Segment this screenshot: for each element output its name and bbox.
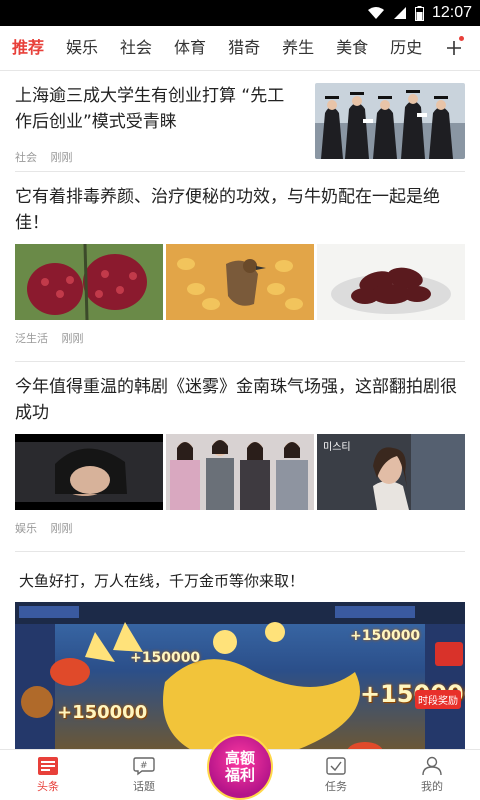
tab-recommend[interactable]: 推荐 [0,26,54,70]
battery-icon [414,5,424,21]
nav-label: 头条 [37,780,59,793]
promo-line1: 高额 [224,749,255,767]
signal-icon [393,6,407,20]
tab-entertainment[interactable]: 娱乐 [54,26,108,70]
nav-profile[interactable]: 我的 [392,756,472,794]
wifi-icon [367,6,385,20]
news-image [166,244,314,320]
status-time: 12:07 [431,4,472,21]
news-thumbnail [315,83,465,159]
news-time: 刚刚 [50,151,73,164]
category-tabbar: 推荐 娱乐 社会 体育 猎奇 养生 美食 历史 科 [0,26,480,71]
category-tabs: 推荐 娱乐 社会 体育 猎奇 养生 美食 历史 科 [0,26,430,70]
hashtag-icon: # [133,757,155,776]
news-category: 泛生活 [15,332,48,345]
user-icon [422,756,442,776]
news-time: 刚刚 [50,522,73,535]
notification-dot [459,36,464,41]
status-bar: 12:07 [0,0,480,26]
news-category: 社会 [15,151,37,164]
nav-tasks[interactable]: 任务 [296,756,376,794]
task-icon [326,757,346,775]
news-item[interactable]: 上海逾三成大学生有创业打算 “先工作后创业”模式受青睐 社会 刚刚 [15,71,465,172]
score-text: +150000 [57,702,148,723]
tab-history[interactable]: 历史 [378,26,430,70]
news-title: 上海逾三成大学生有创业打算 “先工作后创业”模式受青睐 [15,86,285,132]
headlines-icon [38,757,58,775]
nav-label: 我的 [421,780,443,793]
news-item[interactable]: 它有着排毒养颜、治疗便秘的功效，与牛奶配在一起是绝佳！ 泛生活 刚刚 [15,172,465,362]
news-image [15,434,163,510]
nav-label: 任务 [325,780,347,793]
watermark-text: 미스티 [323,441,351,453]
news-title: 今年值得重温的韩剧《迷雾》金南珠气场强，这部翻拍剧很成功 [15,377,457,423]
tab-food[interactable]: 美食 [324,26,378,70]
news-image: 미스티 [317,434,465,510]
news-category: 娱乐 [15,522,37,535]
ad-title: 大鱼好打，万人在线，千万金币等你来取！ [19,572,305,590]
news-image [317,244,465,320]
nav-topics[interactable]: # 话题 [104,756,184,794]
tab-health[interactable]: 养生 [270,26,324,70]
nav-label: 话题 [133,780,155,793]
news-item[interactable]: 今年值得重温的韩剧《迷雾》金南珠气场强，这部翻拍剧很成功 미스티 娱乐 刚刚 [15,362,465,552]
tab-curious[interactable]: 猎奇 [216,26,270,70]
nav-headlines[interactable]: 头条 [8,756,88,794]
score-text: +150000 [130,650,201,666]
add-channel-button[interactable] [436,26,472,70]
news-image-row [15,244,465,320]
news-meta: 社会 刚刚 [15,149,300,165]
news-time: 刚刚 [61,332,84,345]
reward-badge: 时段奖励 [415,690,461,709]
score-text: +150000 [350,628,421,644]
news-meta: 泛生活 刚刚 [15,330,465,346]
ad-image[interactable]: +150000 +150000 +150000 +150000 时段奖励 [15,602,465,750]
news-meta: 娱乐 刚刚 [15,520,465,536]
tab-sports[interactable]: 体育 [162,26,216,70]
welfare-promo-button[interactable]: 高额 福利 [207,734,273,800]
tab-society[interactable]: 社会 [108,26,162,70]
news-image [166,434,314,510]
news-feed[interactable]: 上海逾三成大学生有创业打算 “先工作后创业”模式受青睐 社会 刚刚 它有着排毒养… [0,71,480,750]
promo-line2: 福利 [224,766,255,784]
news-image [15,244,163,320]
ad-item[interactable]: 大鱼好打，万人在线，千万金币等你来取！ +150000 +150000 +150… [15,552,465,750]
plus-icon [447,41,461,55]
news-title: 它有着排毒养颜、治疗便秘的功效，与牛奶配在一起是绝佳！ [15,187,440,233]
svg-text:#: # [140,761,148,771]
news-image-row: 미스티 [15,434,465,510]
